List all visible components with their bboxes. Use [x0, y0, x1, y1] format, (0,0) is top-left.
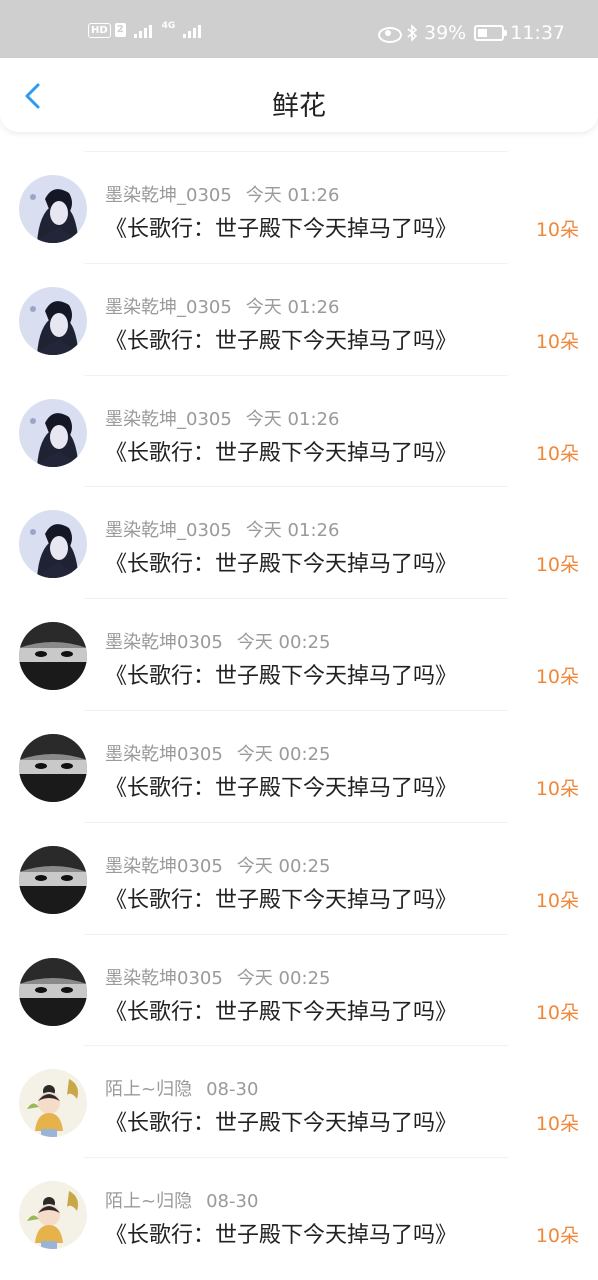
- signal-bars-icon: [133, 22, 152, 38]
- book-title: 《长歌行：世子殿下今天掉马了吗》: [105, 552, 458, 578]
- username: 陌上~归隐: [105, 1079, 193, 1101]
- battery-percent: 39%: [424, 22, 467, 44]
- flower-count: 10朵: [535, 889, 579, 912]
- flower-record-list: 墨染乾坤_0305 今天 01:26 《长歌行：世子殿下今天掉马了吗》 10朵 墨染乾坤…: [0, 146, 598, 1264]
- username: 墨染乾坤_0305: [105, 185, 232, 206]
- username: 墨染乾坤_0305: [105, 296, 232, 318]
- username-line: 陌上~归隐 08-30: [105, 1187, 258, 1213]
- list-item[interactable]: 墨染乾坤0305 今天 00:25 《长歌行：世子殿下今天掉马了吗》 10朵: [0, 929, 598, 1041]
- username-line: 墨染乾坤0305 今天 00:25: [105, 964, 330, 990]
- flower-count: 10朵: [535, 1001, 579, 1024]
- flower-count: 10朵: [535, 442, 579, 465]
- book-title: 《长歌行：世子殿下今天掉马了吗》: [105, 999, 458, 1025]
- book-title: 《长歌行：世子殿下今天掉马了吗》: [105, 775, 458, 801]
- list-item[interactable]: 墨染乾坤0305 今天 00:25 《长歌行：世子殿下今天掉马了吗》 10朵: [0, 817, 598, 929]
- list-item[interactable]: 墨染乾坤_0305 今天 01:26 《长歌行：世子殿下今天掉马了吗》 10朵: [0, 258, 598, 370]
- status-bar: HD 2 4G 39% 11:37: [0, 0, 598, 58]
- username: 墨染乾坤_0305: [105, 520, 232, 542]
- avatar[interactable]: [19, 957, 87, 1026]
- book-title: 《长歌行：世子殿下今天掉马了吗》: [105, 328, 458, 354]
- list-item[interactable]: 墨染乾坤0305 今天 00:25 《长歌行：世子殿下今天掉马了吗》 10朵: [0, 593, 598, 705]
- network-type: 4G: [161, 21, 176, 31]
- clock: 11:37: [510, 22, 565, 44]
- timestamp: 今天 01:26: [245, 520, 340, 542]
- avatar[interactable]: [19, 510, 87, 579]
- hd-badge: HD: [88, 22, 111, 38]
- username-line: 墨染乾坤0305 今天 00:25: [105, 628, 330, 654]
- username-line: 墨染乾坤_0305 今天 01:26: [105, 293, 339, 319]
- eye-icon: [378, 26, 402, 43]
- signal-bars-icon-2: [183, 22, 202, 38]
- username: 墨染乾坤0305: [105, 743, 223, 765]
- avatar[interactable]: [19, 1181, 87, 1250]
- status-signal-group: HD 2 4G: [88, 21, 202, 38]
- sim-badge: 2: [114, 23, 126, 37]
- book-title: 《长歌行：世子殿下今天掉马了吗》: [105, 217, 458, 242]
- avatar[interactable]: [19, 398, 87, 467]
- avatar[interactable]: [19, 622, 87, 691]
- timestamp: 今天 01:26: [245, 296, 340, 318]
- username-line: 墨染乾坤0305 今天 00:25: [105, 740, 330, 766]
- avatar[interactable]: [19, 286, 87, 355]
- battery-fill: [478, 29, 488, 37]
- list-item[interactable]: 墨染乾坤_0305 今天 01:26 《长歌行：世子殿下今天掉马了吗》 10朵: [0, 370, 598, 482]
- list-item[interactable]: 陌上~归隐 08-30 《长歌行：世子殿下今天掉马了吗》 10朵: [0, 1152, 598, 1264]
- book-title: 《长歌行：世子殿下今天掉马了吗》: [105, 664, 458, 690]
- username-line: 墨染乾坤_0305 今天 01:26: [105, 181, 339, 207]
- username: 墨染乾坤0305: [105, 855, 223, 877]
- book-title: 《长歌行：世子殿下今天掉马了吗》: [105, 887, 458, 913]
- username-line: 墨染乾坤0305 今天 00:25: [105, 852, 330, 878]
- username: 墨染乾坤0305: [105, 632, 223, 654]
- flower-count: 10朵: [535, 554, 579, 577]
- timestamp: 今天 00:25: [236, 855, 331, 877]
- flower-count: 10朵: [535, 1113, 579, 1136]
- flower-count: 10朵: [535, 666, 579, 689]
- bluetooth-icon: [407, 24, 418, 42]
- list-item[interactable]: 墨染乾坤_0305 今天 01:26 《长歌行：世子殿下今天掉马了吗》 10朵: [0, 146, 598, 258]
- timestamp: 今天 00:25: [236, 632, 331, 654]
- flower-count: 10朵: [535, 1225, 579, 1248]
- timestamp: 08-30: [206, 1079, 259, 1101]
- avatar[interactable]: [19, 1069, 87, 1138]
- list-item[interactable]: 陌上~归隐 08-30 《长歌行：世子殿下今天掉马了吗》 10朵: [0, 1040, 598, 1152]
- status-right-group: 39% 11:37: [378, 22, 565, 44]
- battery-icon: [474, 25, 508, 41]
- username: 墨染乾坤0305: [105, 967, 223, 989]
- username-line: 墨染乾坤_0305 今天 01:26: [105, 516, 339, 542]
- username-line: 陌上~归隐 08-30: [105, 1075, 258, 1101]
- flower-count: 10朵: [535, 219, 579, 241]
- timestamp: 今天 00:25: [236, 743, 331, 765]
- username: 墨染乾坤_0305: [105, 408, 232, 430]
- flower-count: 10朵: [535, 330, 579, 353]
- avatar[interactable]: [19, 175, 87, 243]
- username: 陌上~归隐: [105, 1191, 193, 1213]
- timestamp: 今天 01:26: [245, 408, 340, 430]
- timestamp: 今天 01:26: [245, 185, 340, 206]
- list-item[interactable]: 墨染乾坤0305 今天 00:25 《长歌行：世子殿下今天掉马了吗》 10朵: [0, 705, 598, 817]
- book-title: 《长歌行：世子殿下今天掉马了吗》: [105, 1223, 458, 1249]
- avatar[interactable]: [19, 733, 87, 802]
- username-line: 墨染乾坤_0305 今天 01:26: [105, 405, 339, 431]
- timestamp: 今天 00:25: [236, 967, 331, 989]
- book-title: 《长歌行：世子殿下今天掉马了吗》: [105, 1111, 458, 1137]
- avatar[interactable]: [19, 845, 87, 914]
- list-item[interactable]: 墨染乾坤_0305 今天 01:26 《长歌行：世子殿下今天掉马了吗》 10朵: [0, 481, 598, 593]
- book-title: 《长歌行：世子殿下今天掉马了吗》: [105, 440, 458, 466]
- page-title: 鲜花: [272, 91, 326, 122]
- nav-bar: 鲜花: [0, 58, 598, 132]
- timestamp: 08-30: [206, 1191, 259, 1213]
- flower-count: 10朵: [535, 777, 579, 800]
